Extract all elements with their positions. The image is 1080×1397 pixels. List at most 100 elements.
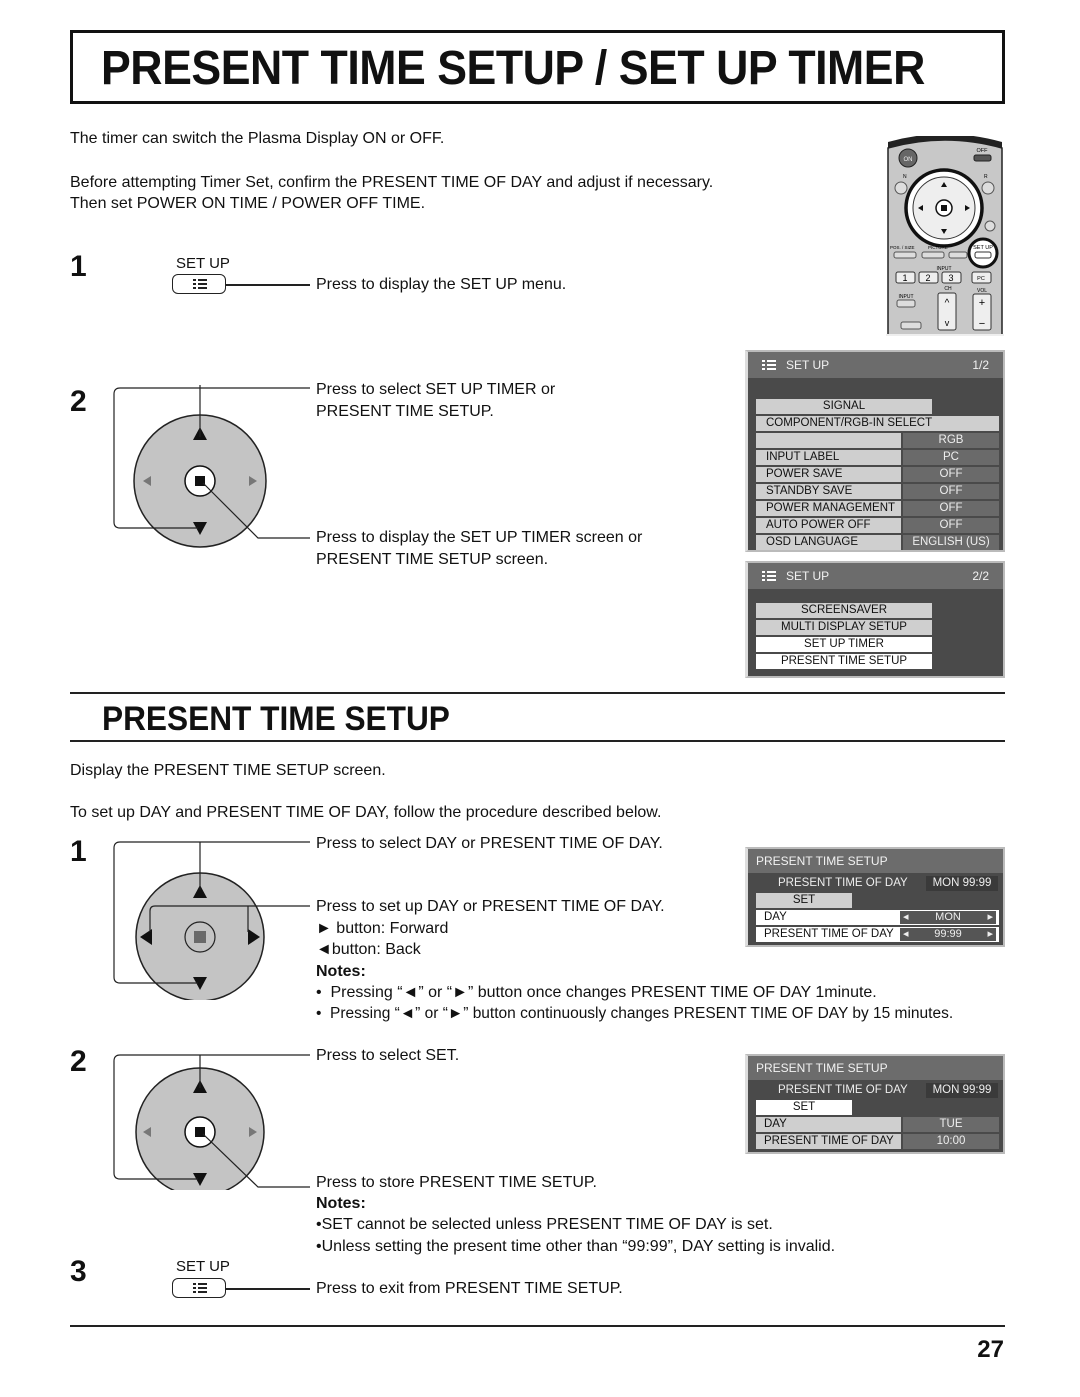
osd-value-component: RGB — [903, 433, 999, 448]
osd-day-value: MON — [935, 911, 961, 923]
osd-item-signal[interactable]: SIGNAL — [756, 399, 932, 414]
off-button — [973, 154, 992, 162]
note-item: •SET cannot be selected unless PRESENT T… — [316, 1216, 773, 1233]
svg-text:v: v — [945, 318, 950, 328]
osd-header: SET UP 1/2 — [748, 352, 1003, 378]
svg-text:PICTURE: PICTURE — [928, 245, 948, 250]
svg-text:INPUT: INPUT — [937, 266, 952, 272]
setup-button[interactable] — [172, 1278, 226, 1298]
enter-icon — [194, 931, 206, 943]
svg-text:3: 3 — [948, 273, 953, 283]
osd-current-time-value: MON 99:99 — [926, 1083, 998, 1098]
page-number: 27 — [977, 1336, 1004, 1363]
menu-icon — [193, 1283, 207, 1293]
osd-title: PRESENT TIME SETUP — [756, 854, 888, 868]
osd-page-indicator: 1/2 — [972, 358, 989, 372]
step-description-adjust: Press to set up DAY or PRESENT TIME OF D… — [316, 898, 665, 915]
section-intro-2: To set up DAY and PRESENT TIME OF DAY, f… — [70, 804, 662, 821]
osd-time-value-box[interactable]: ◂ 99:99 ▸ — [900, 928, 996, 941]
leader-line — [226, 1288, 310, 1290]
remote-control-illustration: ON OFF N R POS. / SIZE PICTURE SET UP IN… — [886, 134, 1004, 337]
note-item: • Pressing “◄” or “►” button continuousl… — [316, 1005, 954, 1022]
step-number: 2 — [70, 1045, 87, 1078]
osd-item-component-select[interactable]: COMPONENT/RGB-IN SELECT — [756, 416, 999, 431]
enter-icon — [195, 1127, 205, 1137]
osd-time-label: PRESENT TIME OF DAY — [764, 928, 894, 940]
step-number: 2 — [70, 385, 87, 418]
page-title-box: PRESENT TIME SETUP / SET UP TIMER — [70, 30, 1005, 104]
osd-item-value: OFF — [903, 518, 999, 533]
remote-control-graphic: ON OFF N R POS. / SIZE PICTURE SET UP IN… — [886, 134, 1004, 337]
svg-text:^: ^ — [945, 298, 950, 309]
svg-text:−: − — [979, 318, 985, 330]
osd-item-label[interactable]: OSD LANGUAGE — [756, 535, 901, 550]
page-title: PRESENT TIME SETUP / SET UP TIMER — [101, 42, 925, 95]
osd-day-value: TUE — [903, 1117, 999, 1132]
menu-icon — [762, 571, 776, 581]
svg-text:CH: CH — [944, 286, 952, 292]
osd-day-label: DAY — [764, 911, 787, 923]
step-description: Press to display the SET UP menu. — [316, 276, 567, 293]
osd-day-row[interactable]: DAY ◂ MON ▸ — [756, 910, 999, 925]
svg-text:2: 2 — [925, 273, 930, 283]
step-description-display-2: PRESENT TIME SETUP screen. — [316, 551, 549, 568]
note-item: •Unless setting the present time other t… — [316, 1238, 836, 1255]
svg-text:+: + — [979, 297, 985, 309]
step-description-display-1: Press to display the SET UP TIMER screen… — [316, 529, 643, 546]
step-description-select-2: PRESENT TIME SETUP. — [316, 403, 494, 420]
svg-text:ON: ON — [904, 157, 913, 163]
step-number: 3 — [70, 1255, 87, 1288]
osd-setup-menu-page-2: SET UP 2/2 SCREENSAVER MULTI DISPLAY SET… — [745, 561, 1005, 678]
osd-current-time-label: PRESENT TIME OF DAY — [778, 1084, 908, 1096]
right-arrow-icon: ▸ — [987, 928, 993, 940]
osd-header: SET UP 2/2 — [748, 563, 1003, 589]
section-rule-bottom — [70, 740, 1005, 742]
setup-button-label: SET UP — [176, 255, 230, 272]
osd-item-screensaver[interactable]: SCREENSAVER — [756, 603, 932, 618]
leader-line — [226, 284, 310, 286]
notes-heading: Notes: — [316, 1195, 366, 1212]
osd-current-time-value: MON 99:99 — [926, 876, 998, 891]
step-number: 1 — [70, 250, 87, 283]
back-note: ◄button: Back — [316, 941, 421, 958]
osd-day-value-box[interactable]: ◂ MON ▸ — [900, 911, 996, 924]
osd-title: PRESENT TIME SETUP — [756, 1061, 888, 1075]
step-description-select: Press to select DAY or PRESENT TIME OF D… — [316, 835, 663, 852]
osd-item-multi-display-setup[interactable]: MULTI DISPLAY SETUP — [756, 620, 932, 635]
svg-text:OFF: OFF — [977, 148, 989, 154]
osd-current-time-label: PRESENT TIME OF DAY — [778, 877, 908, 889]
svg-text:INPUT: INPUT — [899, 294, 914, 300]
menu-icon — [193, 279, 207, 289]
left-triangle-icon: ◄ — [316, 941, 332, 958]
osd-day-label[interactable]: DAY — [756, 1117, 901, 1132]
right-arrow-icon: ▸ — [987, 911, 993, 923]
intro-text-3: Then set POWER ON TIME / POWER OFF TIME. — [70, 195, 426, 212]
menu-icon — [762, 360, 776, 370]
setup-button-label: SET UP — [176, 1258, 230, 1275]
step-number: 1 — [70, 835, 87, 868]
osd-set-button[interactable]: SET — [756, 1100, 852, 1115]
osd-item-set-up-timer[interactable]: SET UP TIMER — [756, 637, 932, 652]
osd-item-present-time-setup[interactable]: PRESENT TIME SETUP — [756, 654, 932, 669]
osd-item-label[interactable]: POWER MANAGEMENT — [756, 501, 901, 516]
osd-present-time-setup-store: PRESENT TIME SETUP PRESENT TIME OF DAY M… — [745, 1054, 1005, 1154]
step-description-select-1: Press to select SET UP TIMER or — [316, 381, 556, 398]
setup-button[interactable] — [172, 274, 226, 294]
osd-item-label[interactable]: POWER SAVE — [756, 467, 901, 482]
osd-item-value: OFF — [903, 484, 999, 499]
osd-title: SET UP — [786, 358, 830, 372]
osd-time-label[interactable]: PRESENT TIME OF DAY — [756, 1134, 901, 1149]
svg-text:1: 1 — [902, 273, 907, 283]
osd-item-label[interactable]: INPUT LABEL — [756, 450, 901, 465]
osd-time-value: 10:00 — [903, 1134, 999, 1149]
cursor-pad-select-enter — [110, 385, 320, 555]
step-description-select-set: Press to select SET. — [316, 1047, 460, 1064]
svg-text:SET UP: SET UP — [973, 245, 993, 251]
osd-set-button[interactable]: SET — [756, 893, 852, 908]
svg-text:POS. / SIZE: POS. / SIZE — [890, 245, 915, 250]
osd-item-label[interactable]: STANDBY SAVE — [756, 484, 901, 499]
osd-item-label[interactable]: AUTO POWER OFF — [756, 518, 901, 533]
osd-page-indicator: 2/2 — [972, 569, 989, 583]
osd-time-row[interactable]: PRESENT TIME OF DAY ◂ 99:99 ▸ — [756, 927, 999, 942]
osd-item-value: ENGLISH (US) — [903, 535, 999, 550]
